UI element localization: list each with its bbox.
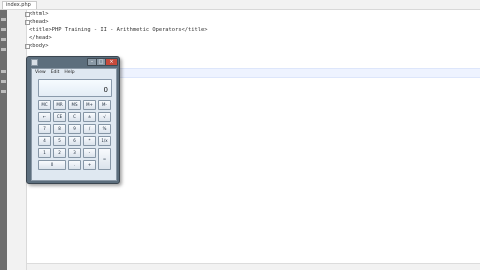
key-6[interactable]: 6 [68, 136, 81, 146]
key-8[interactable]: 8 [53, 124, 66, 134]
close-button[interactable]: × [105, 58, 118, 66]
key-divide[interactable]: / [83, 124, 96, 134]
menu-edit[interactable]: Edit [51, 70, 60, 75]
code-line: <html> [25, 10, 48, 18]
key-4[interactable]: 4 [38, 136, 51, 146]
key-plus-minus[interactable]: ± [83, 112, 96, 122]
status-bar [27, 263, 480, 270]
code-line: </head> [29, 35, 52, 41]
fold-icon[interactable] [25, 12, 30, 17]
tool-icon[interactable] [1, 80, 6, 83]
key-m-minus[interactable]: M- [98, 100, 111, 110]
left-toolbar [0, 10, 7, 270]
key-7[interactable]: 7 [38, 124, 51, 134]
tool-icon[interactable] [1, 90, 6, 93]
code-line: <head> [25, 18, 48, 26]
calculator-menu-bar: View Edit Help [32, 69, 116, 76]
key-reciprocal[interactable]: 1/x [98, 136, 111, 146]
calculator-body: View Edit Help 0 MC MR MS M+ M- ← CE C ± √… [31, 68, 117, 181]
key-m-plus[interactable]: M+ [83, 100, 96, 110]
key-9[interactable]: 9 [68, 124, 81, 134]
calculator-window[interactable]: – □ × View Edit Help 0 MC MR MS M+ M- ← CE… [26, 56, 120, 184]
key-subtract[interactable]: - [83, 148, 96, 158]
key-0[interactable]: 0 [38, 160, 66, 170]
tab-bar: index.php [0, 0, 480, 10]
key-sqrt[interactable]: √ [98, 112, 111, 122]
key-1[interactable]: 1 [38, 148, 51, 158]
display-value: 0 [103, 86, 108, 94]
key-mc[interactable]: MC [38, 100, 51, 110]
tool-icon[interactable] [1, 70, 6, 73]
key-ce[interactable]: CE [53, 112, 66, 122]
tool-icon[interactable] [1, 48, 6, 51]
line-gutter [7, 10, 27, 270]
key-multiply[interactable]: * [83, 136, 96, 146]
menu-help[interactable]: Help [64, 70, 74, 75]
tool-icon[interactable] [1, 38, 6, 41]
fold-icon[interactable] [25, 20, 30, 25]
key-2[interactable]: 2 [53, 148, 66, 158]
tool-icon[interactable] [1, 28, 6, 31]
key-3[interactable]: 3 [68, 148, 81, 158]
menu-view[interactable]: View [35, 70, 46, 75]
key-5[interactable]: 5 [53, 136, 66, 146]
key-ms[interactable]: MS [68, 100, 81, 110]
fold-icon[interactable] [25, 44, 30, 49]
key-backspace[interactable]: ← [38, 112, 51, 122]
key-c[interactable]: C [68, 112, 81, 122]
key-mr[interactable]: MR [53, 100, 66, 110]
key-decimal[interactable]: . [68, 160, 81, 170]
key-equals[interactable]: = [98, 148, 111, 170]
calculator-display: 0 [38, 79, 112, 97]
tab-index-php[interactable]: index.php [2, 1, 37, 9]
code-line: <title>PHP Training - II - Arithmetic Op… [29, 27, 208, 33]
key-percent[interactable]: % [98, 124, 111, 134]
key-add[interactable]: + [83, 160, 96, 170]
code-line: <body> [25, 42, 48, 50]
calculator-title-bar[interactable]: – □ × [27, 57, 119, 66]
tool-icon[interactable] [1, 18, 6, 21]
calculator-app-icon [31, 59, 38, 66]
